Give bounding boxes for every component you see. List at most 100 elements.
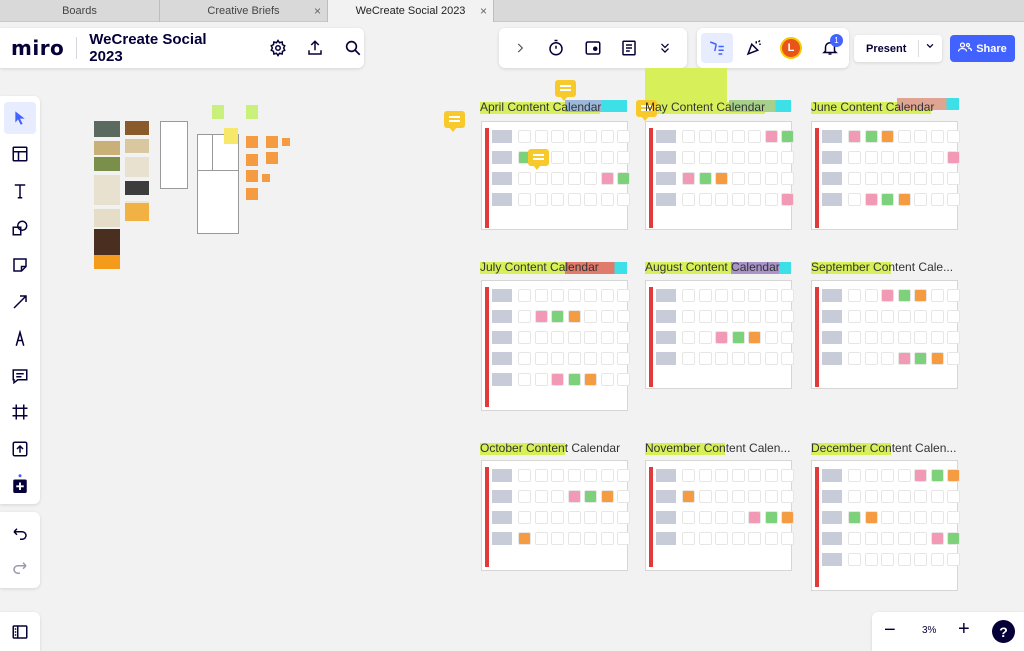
comment-icon[interactable] bbox=[4, 360, 36, 392]
zoom-level[interactable]: 3% bbox=[922, 625, 936, 636]
day-cell[interactable] bbox=[551, 151, 564, 164]
day-cell[interactable] bbox=[584, 289, 597, 302]
day-cell[interactable] bbox=[748, 511, 761, 524]
day-cell[interactable] bbox=[881, 289, 894, 302]
day-cell[interactable] bbox=[551, 310, 564, 323]
day-cell[interactable] bbox=[518, 289, 531, 302]
day-cell[interactable] bbox=[864, 553, 878, 566]
day-cell[interactable] bbox=[534, 130, 548, 143]
day-cell[interactable] bbox=[864, 193, 878, 206]
day-cell[interactable] bbox=[600, 331, 614, 344]
day-cell[interactable] bbox=[551, 490, 564, 503]
day-cell[interactable] bbox=[897, 331, 911, 344]
day-cell[interactable] bbox=[748, 130, 761, 143]
sticky-note[interactable] bbox=[246, 105, 258, 119]
day-cell[interactable] bbox=[930, 331, 944, 344]
day-cell[interactable] bbox=[682, 310, 695, 323]
calendar-board-may[interactable] bbox=[645, 121, 794, 230]
day-cell[interactable] bbox=[617, 490, 630, 503]
day-cell[interactable] bbox=[698, 352, 712, 365]
reactions-icon[interactable] bbox=[701, 33, 733, 63]
day-cell[interactable] bbox=[600, 469, 614, 482]
day-cell[interactable] bbox=[930, 310, 944, 323]
sticky-note[interactable] bbox=[246, 188, 258, 200]
day-cell[interactable] bbox=[551, 352, 564, 365]
day-cell[interactable] bbox=[930, 490, 944, 503]
day-cell[interactable] bbox=[551, 172, 564, 185]
day-cell[interactable] bbox=[930, 553, 944, 566]
day-cell[interactable] bbox=[600, 532, 614, 545]
day-cell[interactable] bbox=[534, 289, 548, 302]
day-cell[interactable] bbox=[947, 352, 960, 365]
calendar-board-october[interactable] bbox=[481, 460, 630, 571]
celebrate-icon[interactable] bbox=[743, 37, 765, 59]
day-cell[interactable] bbox=[600, 490, 614, 503]
day-cell[interactable] bbox=[698, 130, 712, 143]
comment-pin[interactable] bbox=[555, 80, 576, 101]
calendar-board-september[interactable] bbox=[811, 280, 960, 389]
day-cell[interactable] bbox=[930, 289, 944, 302]
day-cell[interactable] bbox=[848, 532, 861, 545]
day-cell[interactable] bbox=[682, 511, 695, 524]
day-cell[interactable] bbox=[551, 469, 564, 482]
day-cell[interactable] bbox=[567, 331, 581, 344]
day-cell[interactable] bbox=[881, 172, 894, 185]
day-cell[interactable] bbox=[864, 172, 878, 185]
day-cell[interactable] bbox=[715, 490, 728, 503]
day-cell[interactable] bbox=[864, 352, 878, 365]
day-cell[interactable] bbox=[617, 289, 630, 302]
share-button[interactable]: Share bbox=[950, 35, 1015, 62]
day-cell[interactable] bbox=[534, 352, 548, 365]
day-cell[interactable] bbox=[748, 352, 761, 365]
day-cell[interactable] bbox=[764, 193, 778, 206]
day-cell[interactable] bbox=[567, 490, 581, 503]
calendar-title-october[interactable]: October Content Calendar bbox=[480, 441, 630, 455]
day-cell[interactable] bbox=[764, 172, 778, 185]
day-cell[interactable] bbox=[584, 310, 597, 323]
day-cell[interactable] bbox=[567, 289, 581, 302]
day-cell[interactable] bbox=[764, 490, 778, 503]
upload-icon[interactable] bbox=[304, 37, 326, 59]
day-cell[interactable] bbox=[947, 469, 960, 482]
day-cell[interactable] bbox=[682, 130, 695, 143]
day-cell[interactable] bbox=[567, 373, 581, 386]
day-cell[interactable] bbox=[617, 532, 630, 545]
day-cell[interactable] bbox=[518, 511, 531, 524]
day-cell[interactable] bbox=[534, 490, 548, 503]
day-cell[interactable] bbox=[881, 151, 894, 164]
day-cell[interactable] bbox=[914, 511, 927, 524]
sticky-note[interactable] bbox=[246, 170, 258, 182]
day-cell[interactable] bbox=[534, 532, 548, 545]
templates-icon[interactable] bbox=[4, 138, 36, 170]
day-cell[interactable] bbox=[748, 532, 761, 545]
notes-icon[interactable] bbox=[618, 37, 640, 59]
day-cell[interactable] bbox=[518, 532, 531, 545]
day-cell[interactable] bbox=[698, 151, 712, 164]
sticky-note-icon[interactable] bbox=[4, 249, 36, 281]
day-cell[interactable] bbox=[914, 151, 927, 164]
day-cell[interactable] bbox=[731, 172, 745, 185]
day-cell[interactable] bbox=[715, 352, 728, 365]
chevron-down-icon[interactable] bbox=[925, 41, 935, 54]
day-cell[interactable] bbox=[715, 193, 728, 206]
day-cell[interactable] bbox=[881, 352, 894, 365]
day-cell[interactable] bbox=[518, 373, 531, 386]
search-icon[interactable] bbox=[342, 37, 364, 59]
day-cell[interactable] bbox=[897, 193, 911, 206]
close-tab-icon[interactable]: × bbox=[480, 4, 487, 18]
day-cell[interactable] bbox=[715, 532, 728, 545]
day-cell[interactable] bbox=[551, 532, 564, 545]
day-cell[interactable] bbox=[914, 469, 927, 482]
day-cell[interactable] bbox=[947, 490, 960, 503]
day-cell[interactable] bbox=[567, 310, 581, 323]
day-cell[interactable] bbox=[617, 310, 630, 323]
calendar-board-june[interactable] bbox=[811, 121, 960, 230]
sticky-note[interactable] bbox=[282, 138, 290, 146]
day-cell[interactable] bbox=[897, 151, 911, 164]
day-cell[interactable] bbox=[764, 511, 778, 524]
day-cell[interactable] bbox=[584, 469, 597, 482]
avatar[interactable]: L bbox=[780, 37, 802, 59]
day-cell[interactable] bbox=[897, 511, 911, 524]
day-cell[interactable] bbox=[930, 130, 944, 143]
day-cell[interactable] bbox=[518, 193, 531, 206]
